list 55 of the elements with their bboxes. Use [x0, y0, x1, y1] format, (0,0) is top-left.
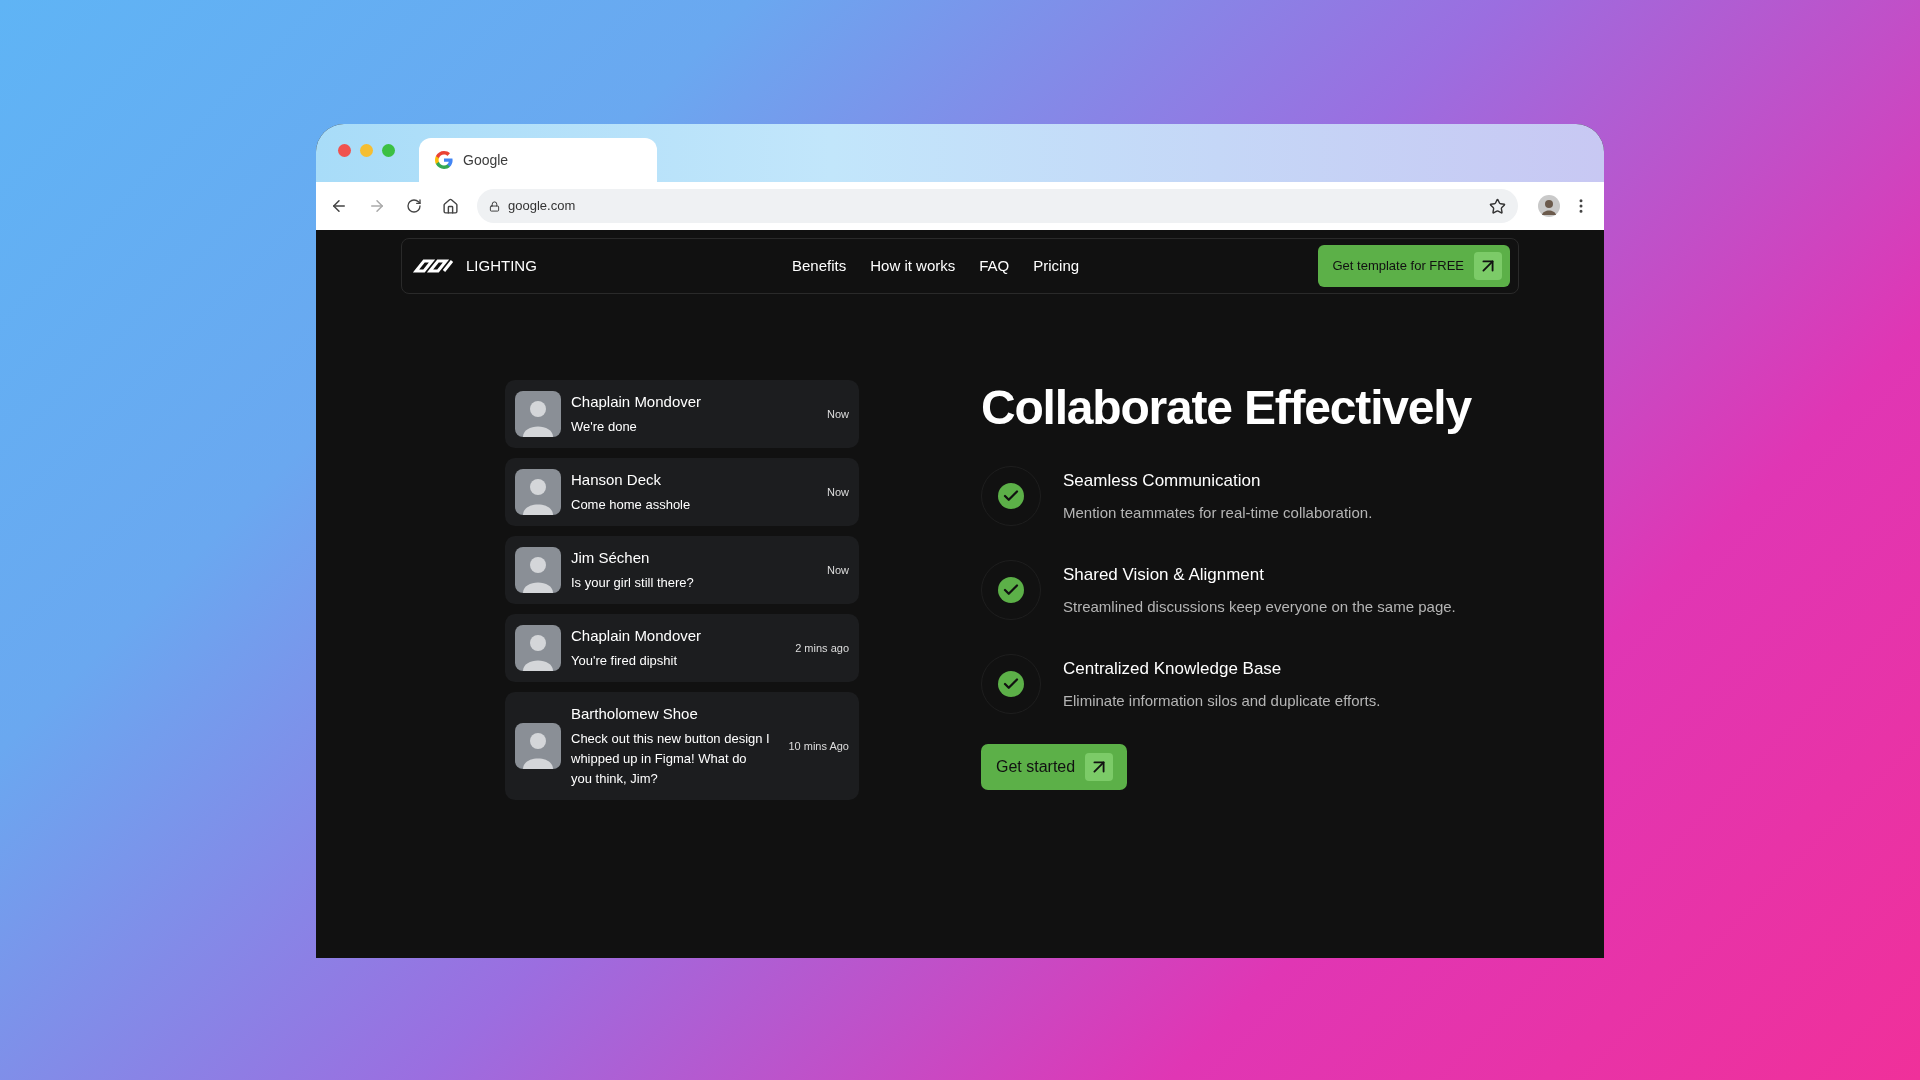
address-bar[interactable]: google.com — [477, 189, 1518, 223]
sender-name: Hanson Deck — [571, 470, 663, 491]
check-icon — [998, 671, 1024, 697]
sender-name: Bartholomew Shoe — [571, 704, 699, 724]
message-time: Now — [827, 484, 849, 500]
message-time: 10 mins Ago — [788, 738, 849, 754]
lock-icon — [489, 200, 500, 212]
message-time: Now — [827, 562, 849, 578]
bookmark-star-icon[interactable] — [1489, 197, 1506, 215]
feature-description: Mention teammates for real-time collaboration. — [1063, 502, 1373, 523]
check-icon — [998, 483, 1024, 509]
feature-title: Centralized Knowledge Base — [1063, 658, 1283, 680]
profile-avatar-icon[interactable] — [1538, 195, 1560, 217]
arrow-up-right-icon — [1085, 753, 1114, 781]
feature-title: Seamless Communication — [1063, 470, 1262, 492]
avatar-photo-placeholder — [515, 625, 561, 671]
brand-name: LIGHTING — [466, 255, 537, 276]
message-text: Is your girl still there? — [571, 573, 695, 592]
message-text: You're fired dipshit — [571, 651, 679, 670]
feature-description: Eliminate information silos and duplicate efforts. — [1063, 690, 1381, 711]
message-card[interactable]: Hanson Deck Come home asshole Now — [505, 458, 859, 526]
message-text: Come home asshole — [571, 495, 692, 514]
avatar-photo-placeholder — [515, 722, 561, 769]
avatar-photo-placeholder — [515, 469, 561, 515]
message-text: We're done — [571, 417, 638, 436]
message-card[interactable]: Jim Séchen Is your girl still there? Now — [505, 536, 859, 604]
avatar-photo-placeholder — [515, 547, 561, 593]
avatar-photo-placeholder — [515, 391, 561, 437]
sender-name: Chaplain Mondover — [571, 626, 703, 647]
home-icon[interactable] — [442, 197, 459, 215]
nav-link[interactable]: Pricing — [1033, 254, 1080, 278]
back-icon[interactable] — [330, 197, 348, 215]
message-text: Check out this new button design I whipped up in Figma! What do you think, Jim? — [571, 729, 771, 788]
feature-description: Streamlined discussions keep everyone on the same page. — [1063, 596, 1456, 617]
message-card[interactable]: Chaplain Mondover You're fired dipshit 2 mins ago — [505, 614, 859, 682]
url-text: google.com — [508, 197, 577, 216]
get-template-button[interactable]: Get template for FREE — [1317, 245, 1510, 287]
message-card[interactable]: Chaplain Mondover We're done Now — [505, 380, 859, 448]
nav-link[interactable]: FAQ — [979, 254, 1010, 278]
check-icon — [998, 577, 1024, 603]
arrow-up-right-icon — [1474, 252, 1502, 280]
google-logo-icon — [435, 151, 453, 169]
reload-icon[interactable] — [406, 198, 422, 214]
get-started-button[interactable]: Get started — [981, 744, 1128, 790]
tab-title: Google — [463, 150, 509, 170]
message-time: 2 mins ago — [795, 640, 849, 656]
nav-link[interactable]: Benefits — [792, 254, 847, 278]
feature-title: Shared Vision & Alignment — [1063, 564, 1265, 586]
message-card[interactable]: Bartholomew Shoe Check out this new button design I whipped up in Figma! What do you think, Jim? 10 mins Ago — [505, 692, 859, 800]
browser-tab[interactable]: Google — [419, 138, 657, 182]
message-time: Now — [827, 406, 849, 422]
nav-link[interactable]: How it works — [870, 254, 956, 278]
section-heading: Collaborate Effectively — [981, 380, 1471, 436]
sender-name: Jim Séchen — [571, 548, 651, 569]
sender-name: Chaplain Mondover — [571, 392, 703, 413]
